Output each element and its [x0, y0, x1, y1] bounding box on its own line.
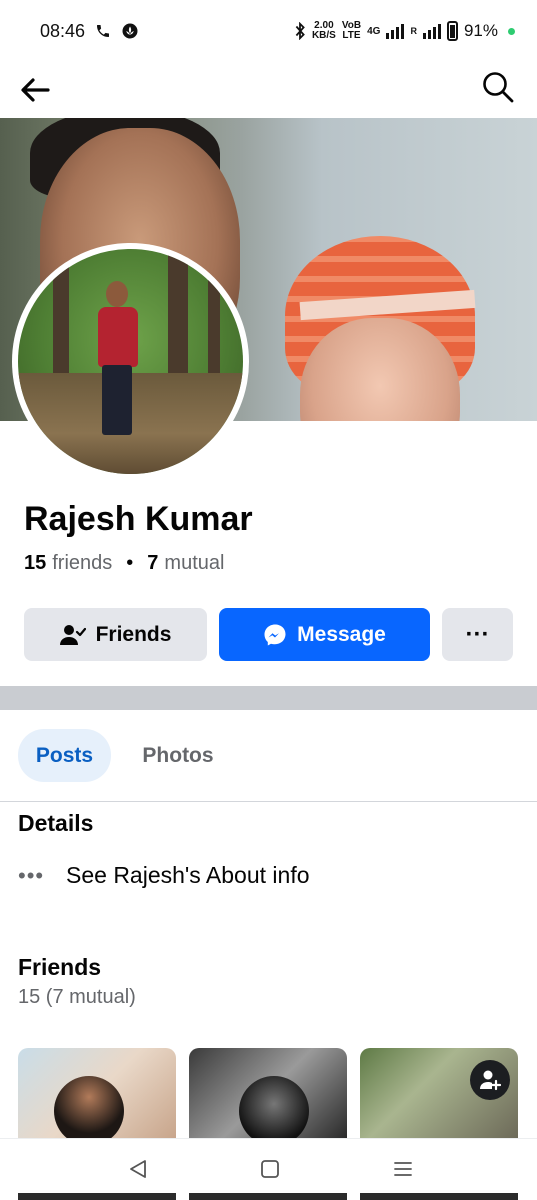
battery-icon: [446, 21, 458, 41]
network-speed-unit: KB/S: [311, 30, 336, 41]
add-friend-button[interactable]: [470, 1060, 510, 1100]
about-info-link[interactable]: ••• See Rajesh's About info: [18, 862, 310, 889]
section-separator: [0, 686, 537, 710]
friends-word: friends: [52, 552, 113, 574]
message-button-label: Message: [297, 622, 386, 646]
friends-count-line[interactable]: 15 friends • 7 mutual: [24, 552, 224, 575]
avatar-person-legs: [102, 365, 132, 435]
tab-photos[interactable]: Photos: [124, 729, 232, 782]
mutual-count: 7: [147, 552, 159, 574]
message-button[interactable]: Message: [219, 608, 430, 661]
friends-button[interactable]: Friends: [24, 608, 207, 661]
profile-avatar[interactable]: [12, 243, 249, 480]
tab-posts[interactable]: Posts: [18, 729, 111, 782]
scroll-peek-row: [18, 1193, 176, 1200]
nav-back-icon[interactable]: [126, 1157, 150, 1181]
about-info-label: See Rajesh's About info: [66, 862, 310, 888]
separator-dot: •: [126, 552, 134, 574]
tabs-divider: [0, 801, 537, 802]
friend-thumbnail[interactable]: [18, 1048, 176, 1138]
privacy-indicator-dot: [508, 27, 515, 35]
friends-subtitle: 15 (7 mutual): [18, 986, 136, 1008]
friend-photo-face: [54, 1076, 124, 1138]
volte-bottom: LTE: [342, 30, 361, 41]
network-speed: 2.00 KB/S: [312, 21, 336, 41]
status-time: 08:46: [40, 20, 86, 41]
friend-photo-face: [239, 1076, 309, 1138]
nav-recents-icon[interactable]: [391, 1157, 415, 1181]
more-options-button[interactable]: ···: [442, 608, 513, 661]
friends-heading: Friends: [18, 954, 102, 980]
scroll-peek-row: [360, 1193, 518, 1200]
avatar-photo: [18, 249, 243, 474]
nav-home-icon[interactable]: [258, 1157, 282, 1181]
status-left: 08:46: [40, 21, 139, 42]
top-nav: [0, 62, 537, 118]
app-notification-icon: [122, 23, 138, 39]
back-arrow-icon[interactable]: [18, 72, 54, 108]
messenger-icon: [264, 624, 286, 645]
signal-bars-1-icon: [386, 23, 405, 39]
network-type: 4G: [367, 25, 381, 37]
status-bar: 08:46 2.00 KB/S VoB LTE 4G R 91%: [0, 0, 537, 62]
avatar-person-shirt: [98, 307, 138, 367]
add-person-icon: [480, 1070, 501, 1091]
friends-button-label: Friends: [95, 622, 172, 646]
friend-thumbnail[interactable]: [189, 1048, 347, 1138]
details-heading: Details: [18, 810, 94, 836]
battery-percent: 91%: [463, 21, 498, 40]
search-icon[interactable]: [481, 70, 515, 104]
more-horizontal-icon: •••: [18, 862, 45, 888]
mutual-word: mutual: [164, 552, 225, 574]
person-check-icon: [59, 624, 86, 645]
bluetooth-icon: [295, 22, 305, 40]
scroll-peek-row: [189, 1193, 347, 1200]
friends-count: 15: [24, 552, 47, 574]
volte-indicator: VoB LTE: [342, 21, 361, 41]
roaming-indicator: R: [410, 26, 417, 36]
profile-name: Rajesh Kumar: [24, 500, 253, 538]
phone-call-icon: [97, 25, 110, 37]
signal-bars-2-icon: [422, 23, 441, 39]
friend-thumbnail[interactable]: [360, 1048, 518, 1138]
more-dots-icon: ···: [465, 620, 490, 648]
system-navigation-bar: [0, 1138, 537, 1200]
avatar-person-head: [106, 281, 128, 307]
status-right: 2.00 KB/S VoB LTE 4G R 91%: [294, 21, 515, 41]
